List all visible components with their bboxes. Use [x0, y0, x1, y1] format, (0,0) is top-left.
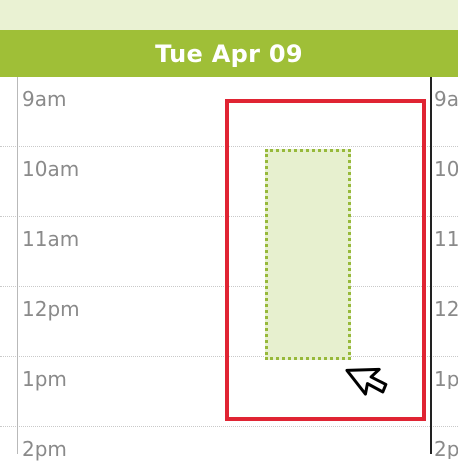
time-label-1pm: 1pm — [22, 367, 67, 391]
next-column-time-label: 2p — [434, 439, 458, 459]
time-label-11am: 11am — [22, 227, 80, 251]
day-header-title: Tue Apr 09 — [155, 39, 303, 68]
highlight-annotation — [225, 99, 426, 421]
time-label-2pm: 2pm — [22, 437, 67, 461]
arrow-cursor-icon — [345, 367, 388, 396]
next-column-time-label: 12 — [434, 299, 458, 319]
next-column-time-label: 9a — [434, 89, 458, 109]
next-column-time-label: 1p — [434, 369, 458, 389]
next-day-divider — [430, 77, 432, 454]
calendar-top-strip — [0, 0, 458, 30]
day-column-header[interactable]: Tue Apr 09 — [0, 30, 458, 77]
next-column-time-label: 10 — [434, 159, 458, 179]
hour-divider — [0, 426, 458, 427]
time-label-12pm: 12pm — [22, 297, 80, 321]
time-label-9am: 9am — [22, 87, 67, 111]
time-label-10am: 10am — [22, 157, 80, 181]
time-gutter-divider — [17, 77, 18, 454]
next-column-time-label: 11 — [434, 229, 458, 249]
